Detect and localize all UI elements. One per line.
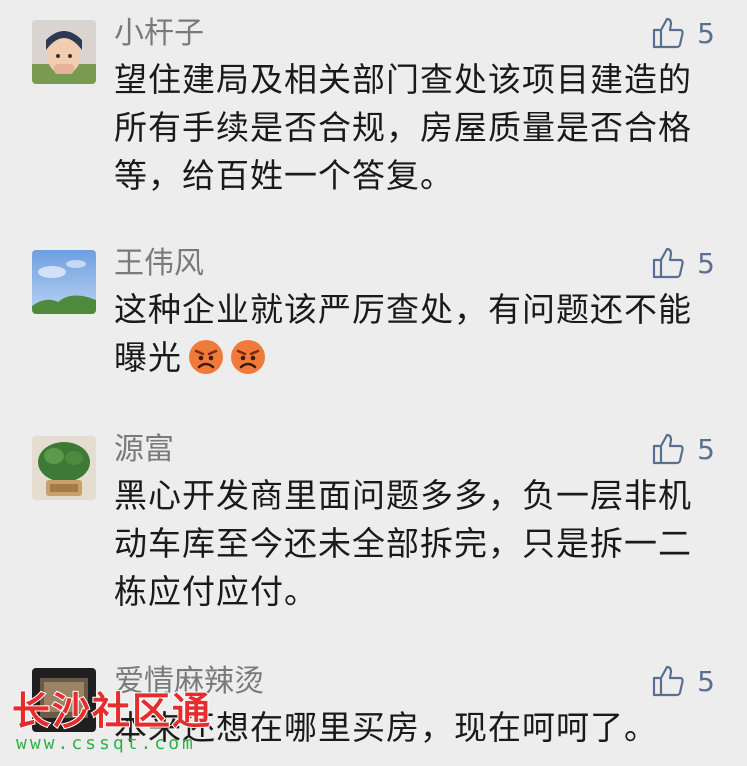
watermark-title: 长沙社区通 [11,689,213,733]
angry-face-icon [189,340,223,374]
comment-line: 动车库至今还未全部拆完，只是拆一二 [114,524,692,563]
angry-face-icon [231,340,265,374]
comment-line: 栋应付应付。 [114,572,318,611]
like-button[interactable]: 5 [651,246,715,280]
thumbs-up-icon [653,665,684,697]
comment-item: 小杆子 5 望住建局及相关部门查处该项目建造的 所有手续是否合规，房屋质量是否合… [0,14,747,214]
avatar[interactable] [32,436,96,500]
like-count: 5 [697,432,715,466]
like-button[interactable]: 5 [651,664,715,698]
comment-line: 所有手续是否合规，房屋质量是否合格 [114,108,692,147]
avatar[interactable] [32,250,96,314]
watermark-url: www.cssqt.com [16,733,196,754]
comment-line: 等，给百姓一个答复。 [114,156,454,195]
like-count: 5 [697,16,715,50]
comment-item: 源富 5 黑心开发商里面问题多多，负一层非机 动车库至今还未全部拆完，只是拆一二… [0,430,747,630]
avatar[interactable] [32,20,96,84]
comment-line: 望住建局及相关部门查处该项目建造的 [114,60,692,99]
username[interactable]: 王伟风 [114,244,204,284]
comment-text: 黑心开发商里面问题多多，负一层非机 动车库至今还未全部拆完，只是拆一二 栋应付应… [114,472,714,616]
username[interactable]: 源富 [114,430,174,470]
comment-text: 这种企业就该严厉查处，有问题还不能 曝光 [114,286,714,382]
thumbs-up-icon [653,433,684,465]
thumbs-up-icon [653,17,684,49]
comment-line: 这种企业就该严厉查处，有问题还不能 [114,290,692,329]
like-count: 5 [697,246,715,280]
comment-text: 望住建局及相关部门查处该项目建造的 所有手续是否合规，房屋质量是否合格 等，给百… [114,56,714,200]
comment-line: 黑心开发商里面问题多多，负一层非机 [114,476,692,515]
like-button[interactable]: 5 [651,16,715,50]
like-button[interactable]: 5 [651,432,715,466]
comment-line-text: 曝光 [114,338,182,377]
thumbs-up-icon [653,247,684,279]
username[interactable]: 小杆子 [114,14,204,54]
like-count: 5 [697,664,715,698]
watermark: 长沙社区通 www.cssqt.com [11,689,213,756]
comment-item: 王伟风 5 这种企业就该严厉查处，有问题还不能 曝光 [0,244,747,394]
comment-line: 曝光 [114,334,714,382]
